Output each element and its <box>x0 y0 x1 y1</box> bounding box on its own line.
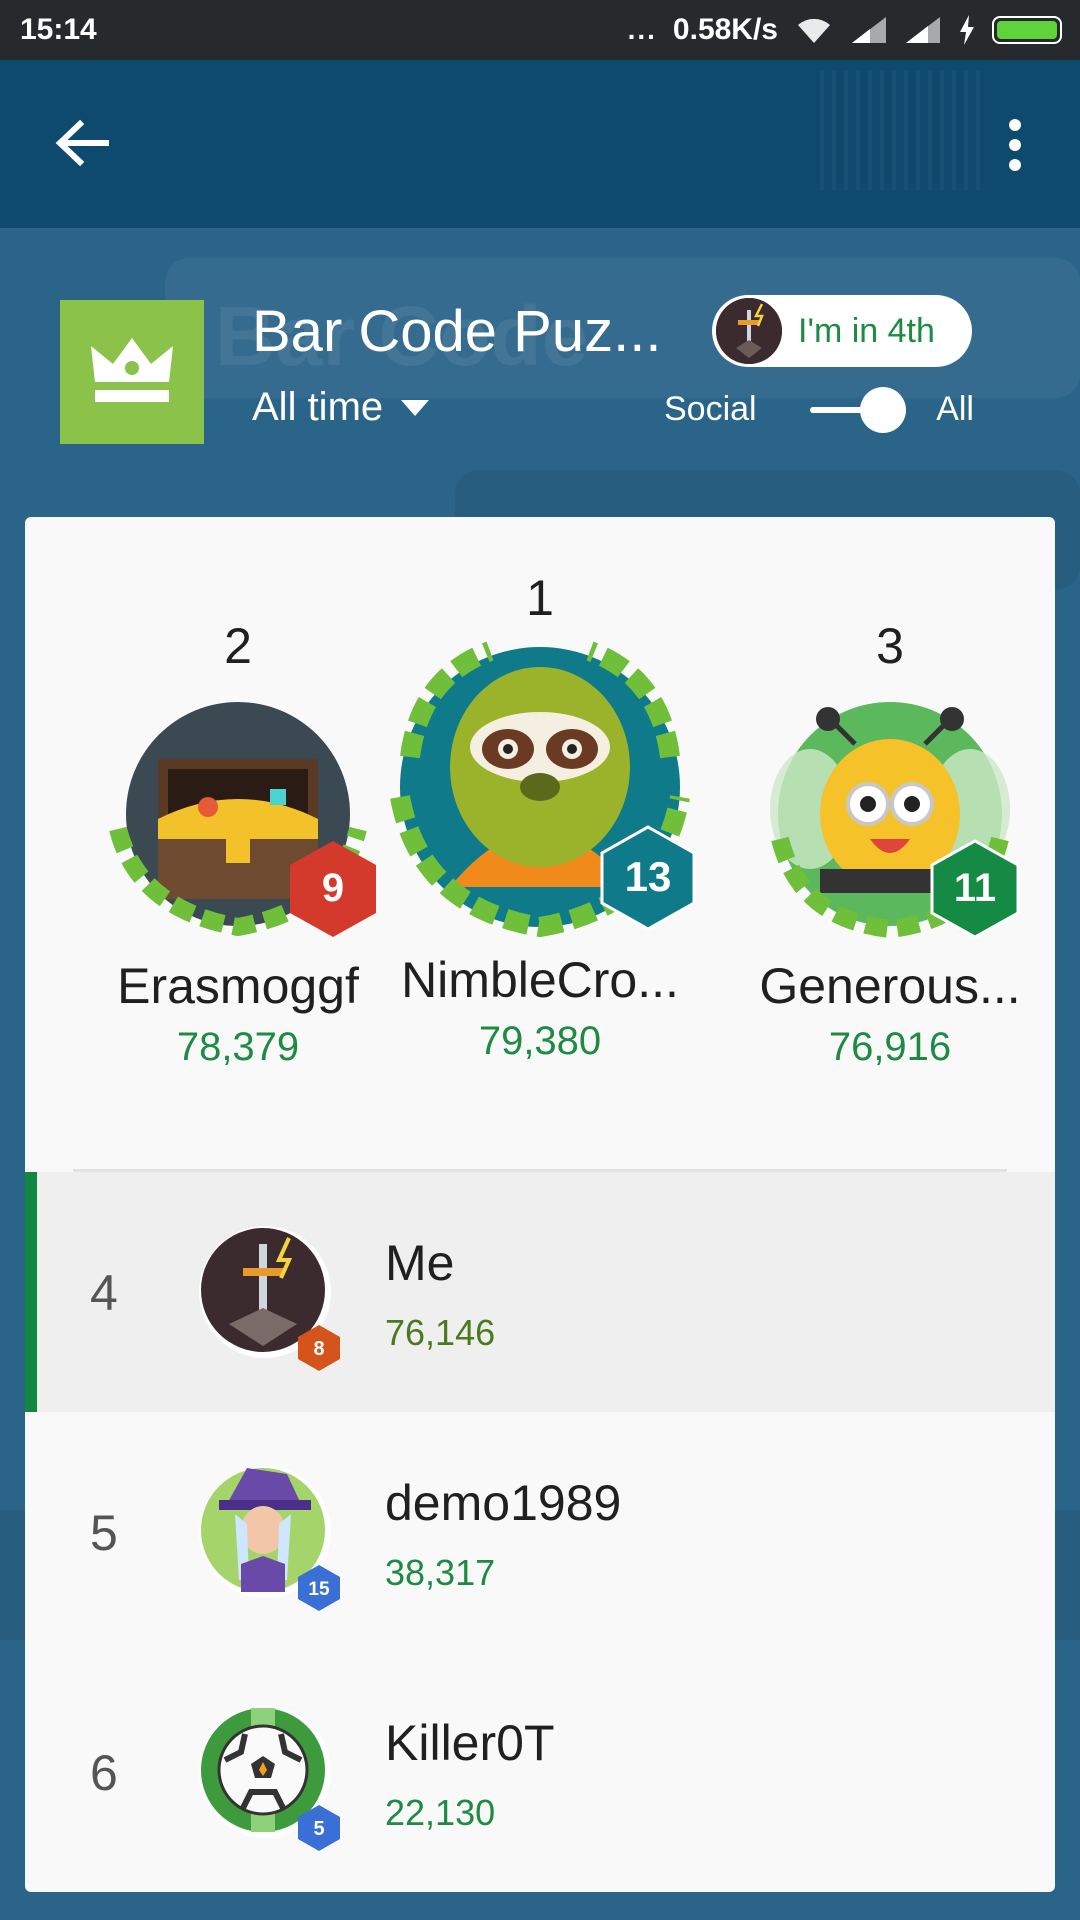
row-rank: 4 <box>90 1265 118 1321</box>
toggle-label-social: Social <box>664 390 757 428</box>
podium-second[interactable]: 2 9 Erasmoggf 78,379 <box>73 617 403 1070</box>
app-bar-decoration <box>820 70 980 190</box>
time-filter-label: All time <box>252 385 384 429</box>
avatar: 8 <box>197 1224 340 1371</box>
app-bar <box>0 60 1080 228</box>
row-score: 76,146 <box>385 1312 496 1353</box>
level-text: 5 <box>313 1818 324 1840</box>
level-badge: 13 <box>600 825 696 931</box>
dropdown-arrow-icon <box>401 399 430 416</box>
signal-icon <box>904 15 942 45</box>
avatar: 15 <box>197 1464 340 1611</box>
leaderboard-row-me[interactable]: 4 8 Me 76,146 <box>25 1172 1055 1412</box>
leaderboard-row[interactable]: 6 5 Killer0T 22,130 <box>25 1652 1055 1892</box>
avatar: 9 <box>98 689 378 939</box>
toggle-label-all: All <box>936 390 974 428</box>
signal-icon <box>850 15 888 45</box>
back-button[interactable] <box>52 118 112 168</box>
my-rank-button[interactable]: I'm in 4th <box>712 295 972 367</box>
level-badge: 9 <box>290 841 376 937</box>
status-dots: ... <box>627 14 657 45</box>
avatar: 11 <box>760 689 1020 939</box>
more-options-button[interactable] <box>995 115 1035 175</box>
toggle-switch[interactable] <box>810 385 910 435</box>
avatar: 13 <box>380 637 700 937</box>
podium-third[interactable]: 3 11 Generous... 76,916 <box>725 617 1055 1070</box>
podium-name: Generous... <box>759 958 1021 1014</box>
row-rank: 5 <box>90 1505 118 1561</box>
podium-score: 76,916 <box>828 1025 952 1069</box>
social-all-toggle: Social All <box>664 385 974 435</box>
leaderboard-row[interactable]: 5 15 demo1989 38,317 <box>25 1412 1055 1652</box>
podium-name: NimbleCro... <box>401 952 679 1008</box>
arrow-left-icon <box>55 119 109 167</box>
level-badge: 11 <box>930 839 1020 939</box>
row-name: Me <box>385 1235 455 1291</box>
row-score: 38,317 <box>385 1552 496 1593</box>
level-badge: 8 <box>298 1325 340 1371</box>
row-score: 22,130 <box>385 1792 496 1833</box>
game-icon <box>60 300 204 444</box>
crown-icon <box>91 338 173 402</box>
level-text: 9 <box>322 866 344 910</box>
podium-name: Erasmoggf <box>117 958 359 1014</box>
toggle-thumb <box>860 387 906 433</box>
highlight-accent <box>25 1172 37 1412</box>
charging-icon <box>958 15 976 45</box>
level-badge: 15 <box>298 1565 340 1611</box>
row-name: demo1989 <box>385 1475 622 1531</box>
status-icons: ... 0.58K/s <box>628 13 1062 47</box>
level-text: 13 <box>625 853 672 900</box>
wifi-icon <box>794 15 834 45</box>
row-name: Killer0T <box>385 1715 555 1771</box>
time-filter-dropdown[interactable]: All time <box>252 385 430 430</box>
status-time: 15:14 <box>20 13 97 46</box>
more-vert-icon <box>1009 119 1021 171</box>
game-title: Bar Code Puz... <box>252 299 662 364</box>
podium-rank: 2 <box>224 618 252 674</box>
podium-score: 79,380 <box>478 1019 602 1063</box>
avatar <box>716 298 782 364</box>
my-rank-label: I'm in 4th <box>798 311 935 350</box>
level-text: 11 <box>954 866 996 910</box>
row-rank: 6 <box>90 1745 118 1801</box>
battery-icon <box>992 16 1062 44</box>
net-speed: 0.58K/s <box>672 13 778 46</box>
level-badge: 5 <box>298 1805 340 1851</box>
podium-first[interactable]: 1 13 NimbleCro... 79,380 <box>375 569 705 1064</box>
avatar: 5 <box>197 1704 340 1851</box>
level-text: 15 <box>308 1579 330 1600</box>
podium-rank: 3 <box>876 618 904 674</box>
podium-score: 78,379 <box>176 1025 300 1069</box>
leaderboard-card: 2 9 Erasmoggf 78,379 1 13 NimbleCro... 7… <box>25 517 1055 1892</box>
level-text: 8 <box>313 1338 324 1360</box>
status-bar: 15:14 ... 0.58K/s <box>0 0 1080 60</box>
podium-rank: 1 <box>526 570 554 626</box>
